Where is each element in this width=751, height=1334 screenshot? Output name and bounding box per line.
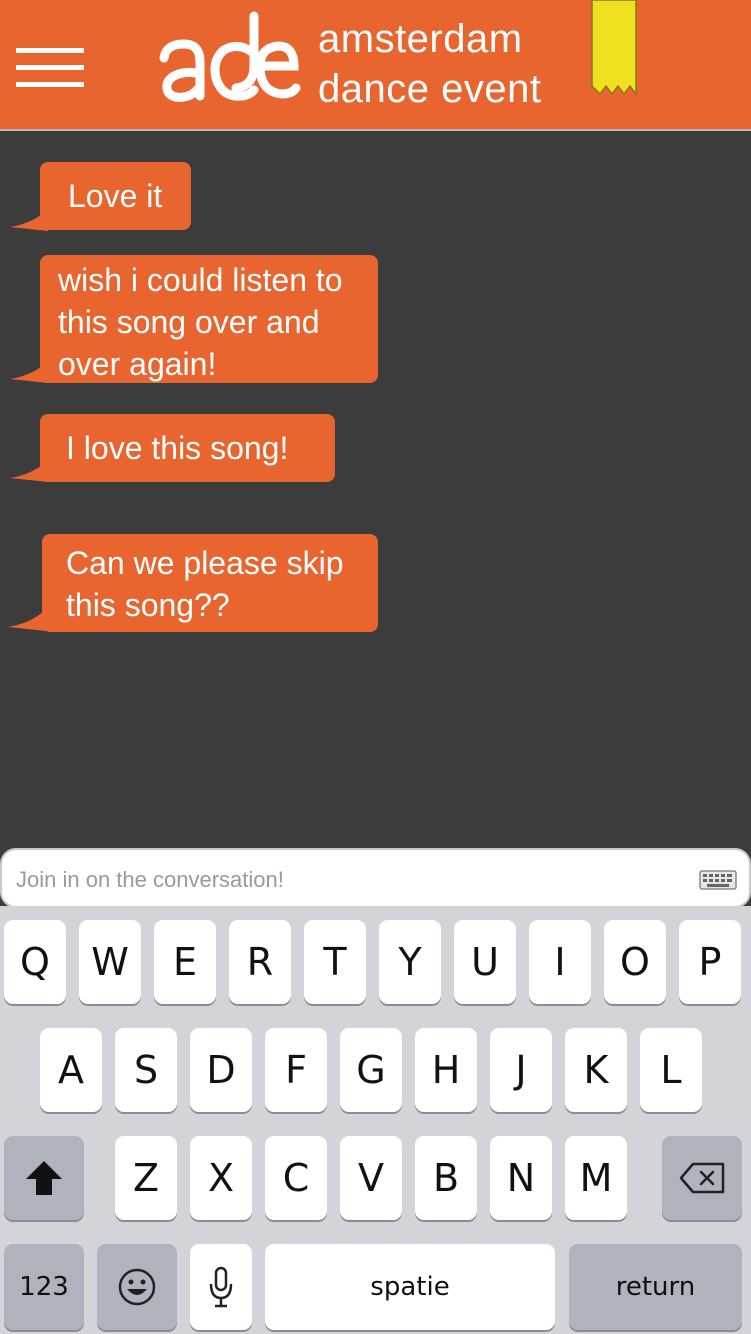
message-text: Love it xyxy=(68,178,163,214)
key-o[interactable]: O xyxy=(604,920,666,1004)
shift-arrow-icon xyxy=(26,1161,62,1195)
key-z[interactable]: Z xyxy=(115,1136,177,1220)
keyboard-icon[interactable] xyxy=(699,870,737,890)
key-n[interactable]: N xyxy=(490,1136,552,1220)
key-a[interactable]: A xyxy=(40,1028,102,1112)
bookmark-icon[interactable] xyxy=(590,0,638,98)
space-key[interactable]: spatie xyxy=(265,1244,555,1330)
smiley-icon xyxy=(118,1268,156,1306)
brand-line-2: dance event xyxy=(318,67,542,111)
key-i[interactable]: I xyxy=(529,920,591,1004)
microphone-icon xyxy=(209,1266,233,1308)
backspace-icon xyxy=(679,1162,725,1194)
key-t[interactable]: T xyxy=(304,920,366,1004)
key-x[interactable]: X xyxy=(190,1136,252,1220)
chat-area[interactable]: Love it wish i could listen to this song… xyxy=(2,133,751,850)
key-s[interactable]: S xyxy=(115,1028,177,1112)
key-w[interactable]: W xyxy=(79,920,141,1004)
message-compose-bar xyxy=(0,848,751,908)
chat-message: I love this song! xyxy=(40,414,335,482)
key-g[interactable]: G xyxy=(340,1028,402,1112)
key-r[interactable]: R xyxy=(229,920,291,1004)
key-j[interactable]: J xyxy=(490,1028,552,1112)
key-e[interactable]: E xyxy=(154,920,216,1004)
numbers-key[interactable]: 123 xyxy=(4,1244,84,1330)
key-k[interactable]: K xyxy=(565,1028,627,1112)
message-text: I love this song! xyxy=(66,430,289,466)
key-y[interactable]: Y xyxy=(379,920,441,1004)
key-c[interactable]: C xyxy=(265,1136,327,1220)
chat-message: Love it xyxy=(40,162,191,230)
key-f[interactable]: F xyxy=(265,1028,327,1112)
delete-key[interactable] xyxy=(662,1136,742,1220)
app-header: amsterdam dance event xyxy=(0,0,751,131)
return-key[interactable]: return xyxy=(569,1244,742,1330)
message-input[interactable] xyxy=(14,862,678,898)
key-u[interactable]: U xyxy=(454,920,516,1004)
key-v[interactable]: V xyxy=(340,1136,402,1220)
key-l[interactable]: L xyxy=(640,1028,702,1112)
key-h[interactable]: H xyxy=(415,1028,477,1112)
onscreen-keyboard: Q W E R T Y U I O P A S D F G H J K L Z … xyxy=(0,906,751,1334)
brand-name: amsterdam dance event xyxy=(318,14,541,114)
menu-icon[interactable] xyxy=(16,48,84,88)
message-text: wish i could listen to this song over an… xyxy=(58,262,343,382)
key-m[interactable]: M xyxy=(565,1136,627,1220)
shift-key[interactable] xyxy=(4,1136,84,1220)
key-p[interactable]: P xyxy=(679,920,741,1004)
key-b[interactable]: B xyxy=(415,1136,477,1220)
message-tail xyxy=(8,609,46,631)
ade-logo xyxy=(159,11,301,102)
chat-message: wish i could listen to this song over an… xyxy=(40,255,378,383)
key-d[interactable]: D xyxy=(190,1028,252,1112)
message-text: Can we please skip this song?? xyxy=(66,545,344,623)
brand-line-1: amsterdam xyxy=(318,17,523,61)
chat-message: Can we please skip this song?? xyxy=(42,534,378,632)
emoji-key[interactable] xyxy=(97,1244,177,1330)
key-q[interactable]: Q xyxy=(4,920,66,1004)
dictation-key[interactable] xyxy=(190,1244,252,1330)
